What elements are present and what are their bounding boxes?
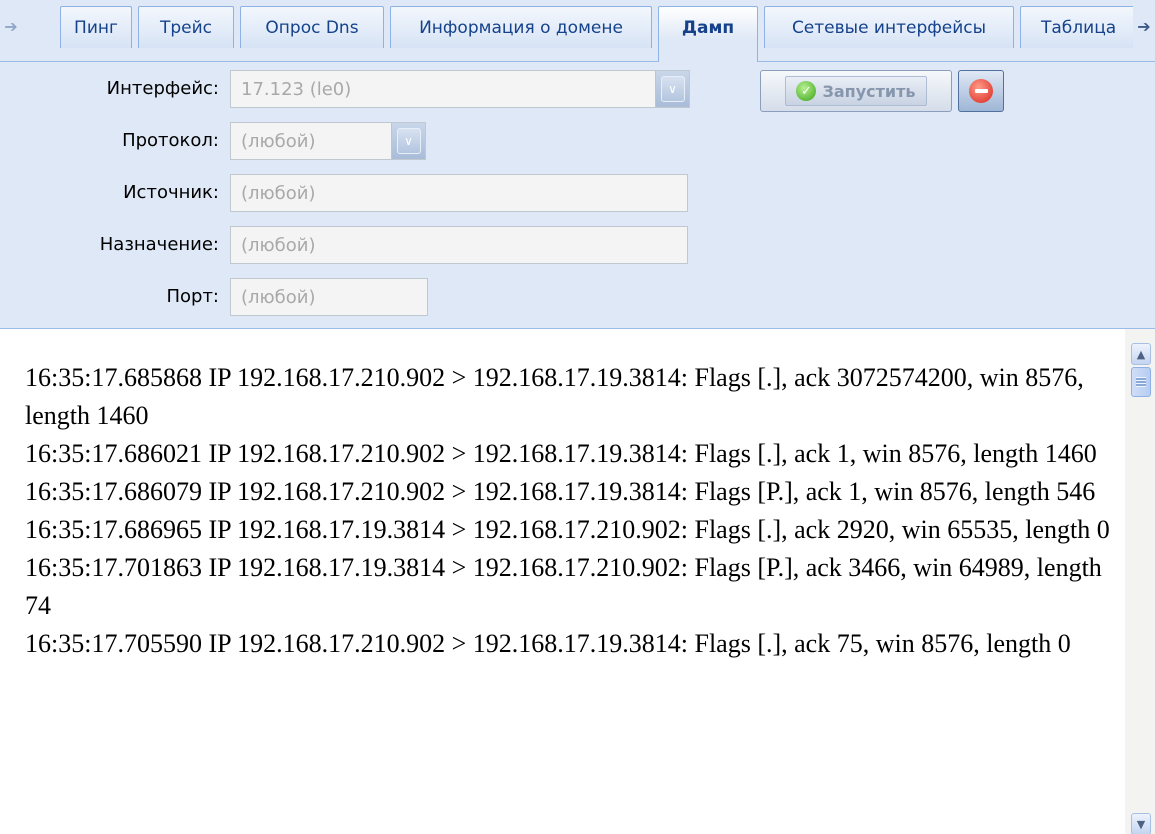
tab-label: Дамп	[681, 17, 735, 38]
source-label: Источник:	[123, 182, 219, 203]
tab-trace[interactable]: Трейс	[138, 6, 234, 48]
chevron-down-icon: ∨	[660, 76, 685, 102]
port-input[interactable]: (любой)	[230, 278, 428, 316]
tab-label: Пинг	[74, 17, 118, 38]
protocol-label: Протокол:	[122, 130, 219, 151]
run-button-label: Запустить	[822, 81, 916, 101]
run-button-inner: ✓ Запустить	[785, 76, 927, 106]
interface-value: 17.123 (le0)	[241, 78, 352, 100]
log-line: 16:35:17.686021 IP 192.168.17.210.902 > …	[25, 439, 1097, 468]
source-placeholder: (любой)	[241, 182, 316, 204]
tab-network-interfaces[interactable]: Сетевые интерфейсы	[764, 6, 1014, 48]
tab-ping[interactable]: Пинг	[60, 6, 132, 48]
tab-table[interactable]: Таблица	[1020, 6, 1133, 48]
scrollbar-thumb[interactable]	[1131, 367, 1151, 397]
tab-scroll-right-icon[interactable]: ➔	[1133, 10, 1155, 42]
tab-label: Опрос Dns	[265, 17, 359, 38]
tabs: Пинг Трейс Опрос Dns Информация о домене…	[44, 6, 1133, 62]
destination-input[interactable]: (любой)	[230, 226, 688, 264]
tab-dns[interactable]: Опрос Dns	[240, 6, 384, 48]
interface-dropdown-trigger[interactable]: ∨	[655, 71, 689, 107]
interface-combo[interactable]: 17.123 (le0) ∨	[230, 70, 690, 108]
stop-button[interactable]	[958, 70, 1004, 112]
tab-label: Информация о домене	[419, 17, 623, 38]
tab-domain-info[interactable]: Информация о домене	[390, 6, 652, 48]
log-line: 16:35:17.686965 IP 192.168.17.19.3814 > …	[25, 515, 1110, 544]
source-input[interactable]: (любой)	[230, 174, 688, 212]
tab-label: Трейс	[159, 17, 213, 38]
dump-output[interactable]: 16:35:17.685868 IP 192.168.17.210.902 > …	[0, 328, 1155, 834]
destination-label: Назначение:	[99, 234, 219, 255]
check-circle-icon: ✓	[796, 81, 817, 101]
tab-label: Сетевые интерфейсы	[791, 17, 987, 38]
grip-icon	[1136, 377, 1146, 387]
protocol-dropdown-trigger[interactable]: ∨	[391, 123, 425, 159]
tab-dump[interactable]: Дамп	[658, 6, 758, 62]
chevron-down-icon: ∨	[396, 128, 421, 154]
tab-scroll-left-icon[interactable]: ➔	[0, 10, 22, 42]
protocol-value: (любой)	[241, 130, 316, 152]
scroll-up-icon[interactable]: ▲	[1131, 343, 1151, 365]
log-line: 16:35:17.705590 IP 192.168.17.210.902 > …	[25, 629, 1071, 658]
interface-label: Интерфейс:	[106, 78, 219, 99]
destination-placeholder: (любой)	[241, 234, 316, 256]
vertical-scrollbar[interactable]: ▲ ▼	[1125, 329, 1155, 834]
tab-strip: ➔ Пинг Трейс Опрос Dns Информация о доме…	[0, 0, 1155, 62]
log-line: 16:35:17.701863 IP 192.168.17.19.3814 > …	[25, 553, 1102, 620]
dump-form: Интерфейс: 17.123 (le0) ∨ Протокол: (люб…	[0, 62, 1155, 328]
stop-icon	[969, 79, 993, 103]
tab-label: Таблица	[1041, 17, 1117, 38]
log-line: 16:35:17.685868 IP 192.168.17.210.902 > …	[25, 363, 1084, 430]
log-text: 16:35:17.685868 IP 192.168.17.210.902 > …	[25, 359, 1115, 663]
protocol-combo[interactable]: (любой) ∨	[230, 122, 426, 160]
log-line: 16:35:17.686079 IP 192.168.17.210.902 > …	[25, 477, 1096, 506]
scroll-down-icon[interactable]: ▼	[1131, 813, 1151, 834]
port-placeholder: (любой)	[241, 286, 316, 308]
port-label: Порт:	[166, 286, 219, 307]
run-button[interactable]: ✓ Запустить	[760, 70, 952, 112]
